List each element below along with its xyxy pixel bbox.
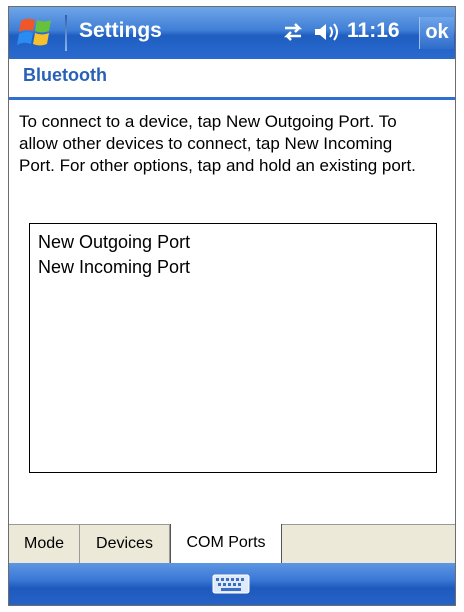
title-bar: Settings 11:16 ok <box>9 7 455 59</box>
keyboard-icon <box>212 574 250 594</box>
clock[interactable]: 11:16 <box>347 19 400 43</box>
list-item-new-incoming-port[interactable]: New Incoming Port <box>38 255 428 280</box>
tab-strip: Mode Devices COM Ports <box>9 524 455 565</box>
windows-start-icon <box>17 18 51 46</box>
volume-icon[interactable] <box>313 21 341 43</box>
connectivity-icon[interactable] <box>281 21 305 43</box>
list-item-new-outgoing-port[interactable]: New Outgoing Port <box>38 230 428 255</box>
keyboard-button[interactable] <box>211 573 251 595</box>
page-title: Bluetooth <box>23 65 107 85</box>
start-button[interactable] <box>15 13 61 53</box>
window-title: Settings <box>79 19 162 42</box>
menu-bar <box>9 563 455 605</box>
tab-com-ports[interactable]: COM Ports <box>170 524 282 564</box>
tab-devices[interactable]: Devices <box>80 525 170 563</box>
port-list[interactable]: New Outgoing Port New Incoming Port <box>29 223 437 473</box>
ok-button[interactable]: ok <box>419 17 454 49</box>
instructions-text: To connect to a device, tap New Outgoing… <box>19 112 416 175</box>
tab-mode[interactable]: Mode <box>9 525 80 563</box>
heading-divider <box>9 97 455 100</box>
title-divider <box>65 15 67 51</box>
pocketpc-screen: Settings 11:16 ok Bluetooth To connect t… <box>8 6 456 606</box>
